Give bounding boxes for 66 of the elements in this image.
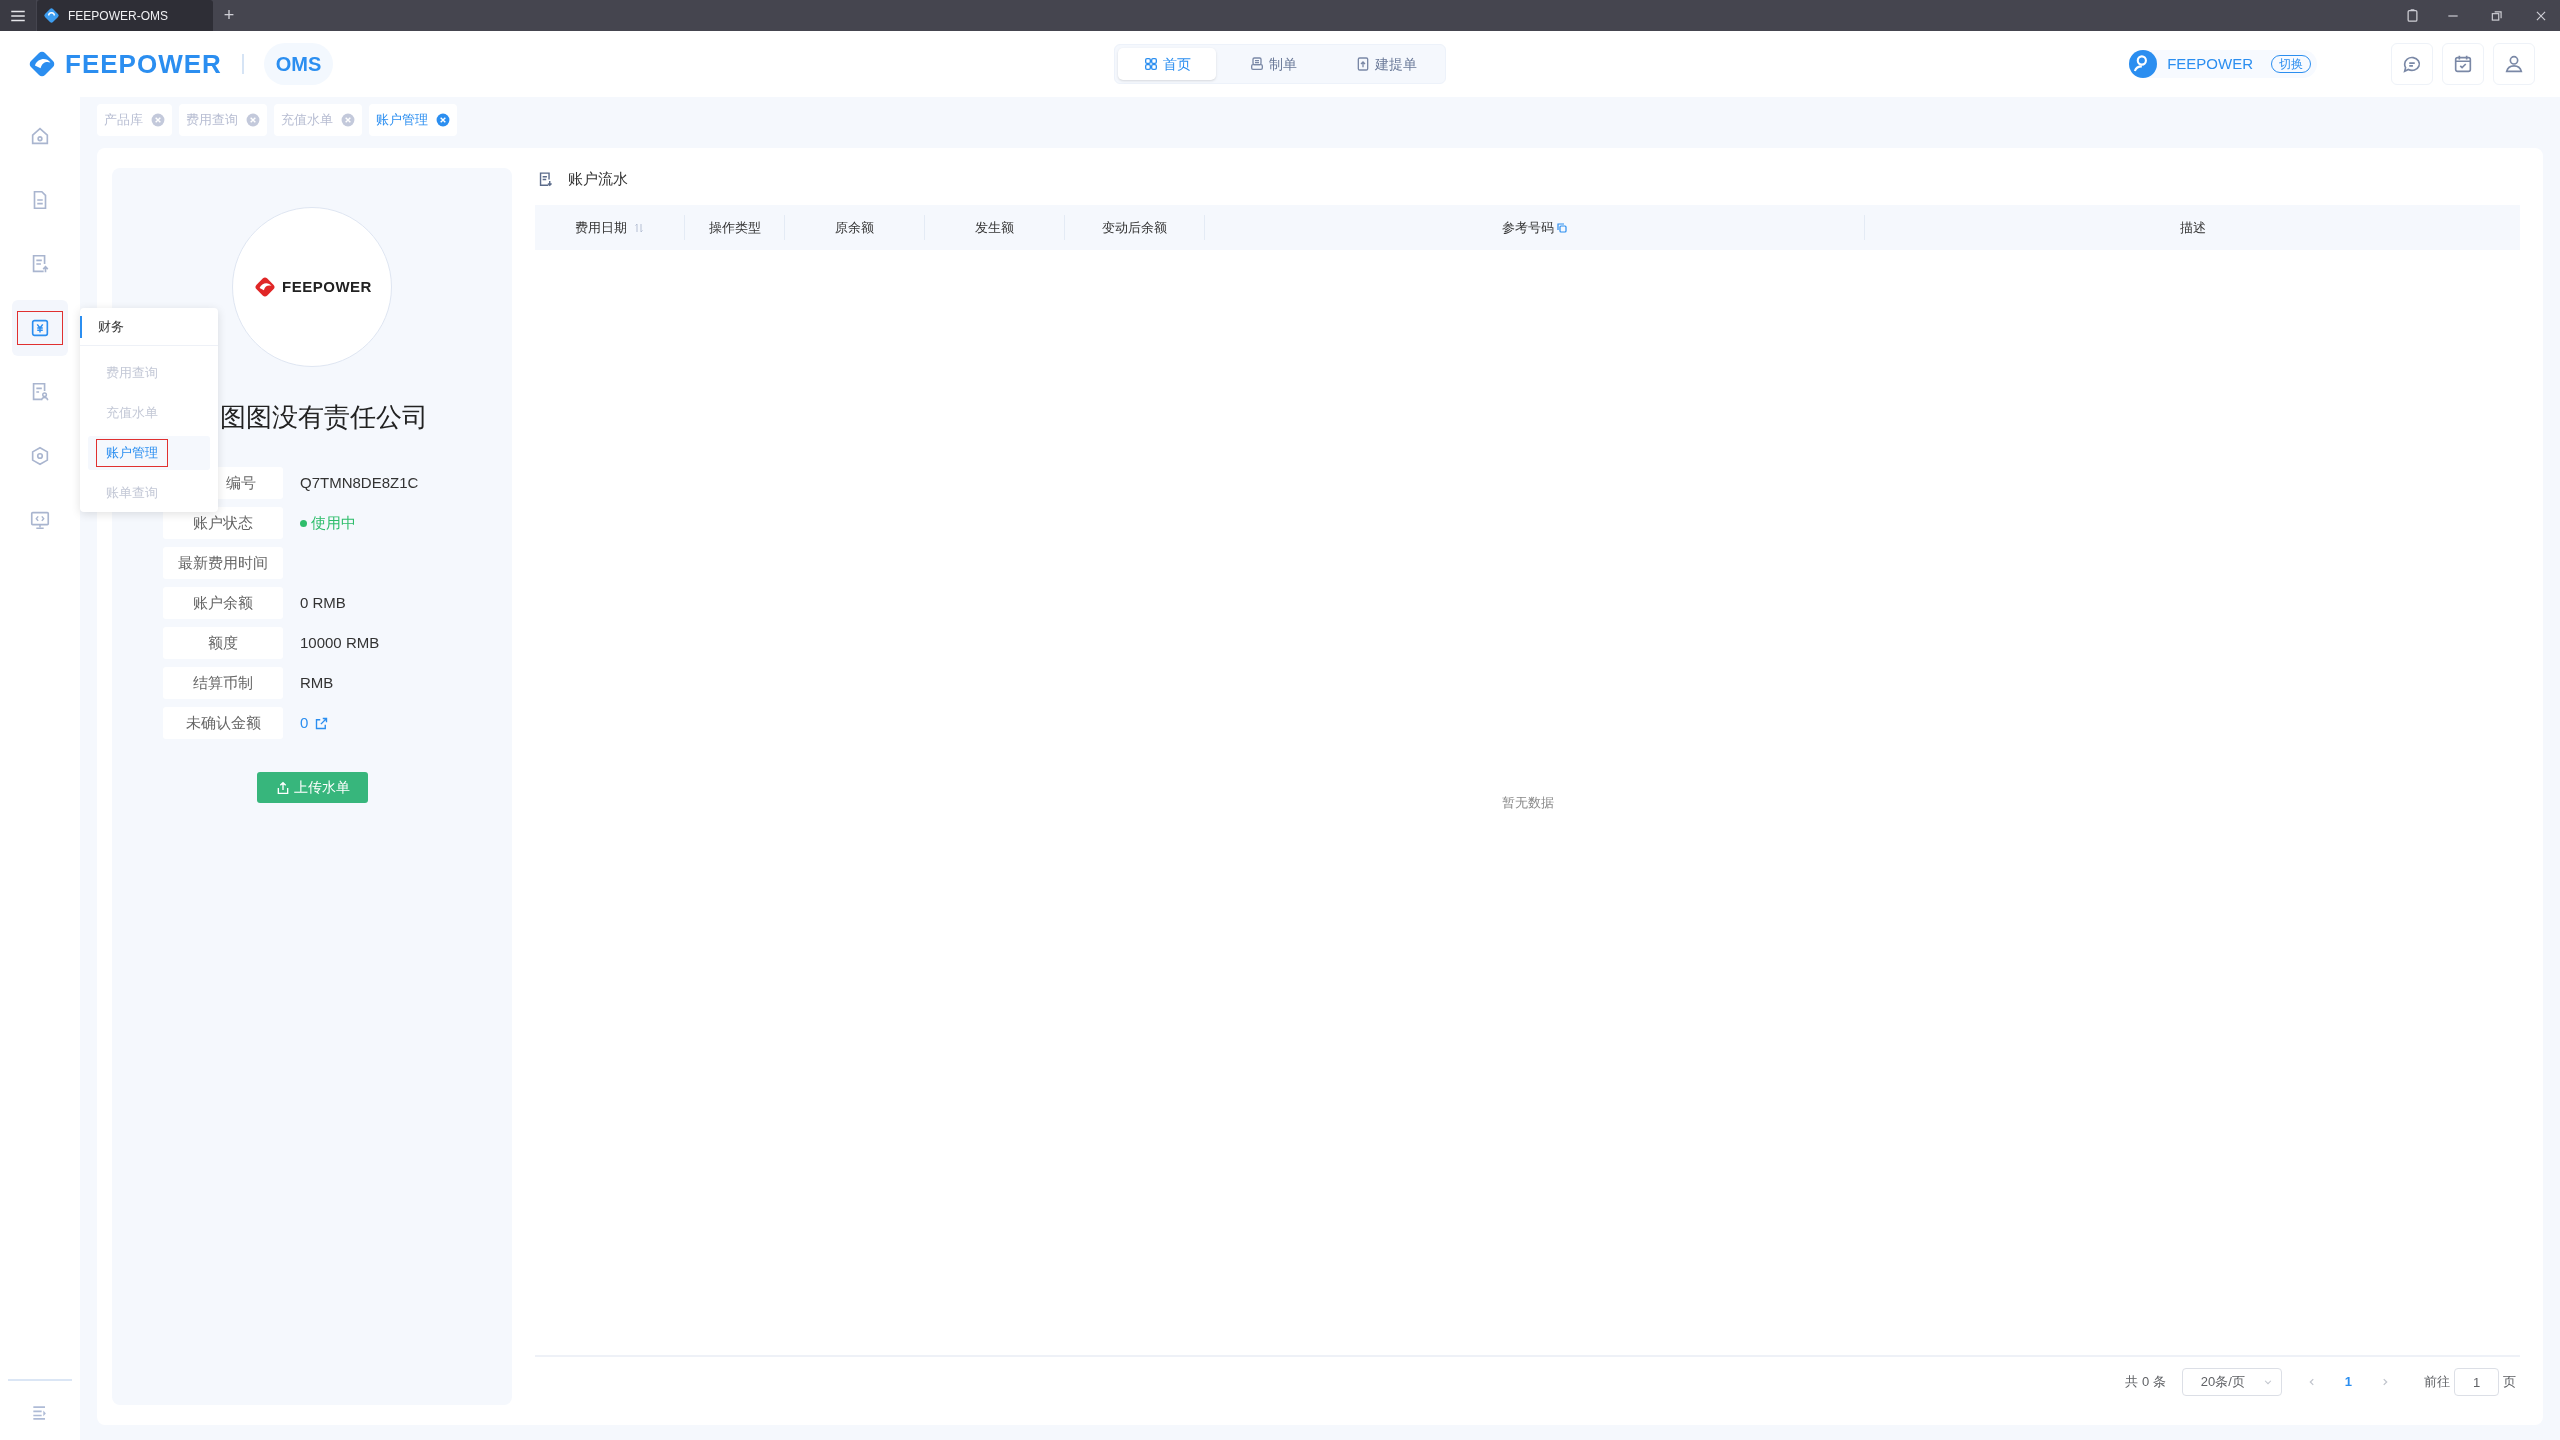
- field-value: Q7TMN8DE8Z1C: [300, 472, 419, 493]
- nav-tab[interactable]: 建提单: [1330, 48, 1442, 80]
- goto-label: 前往: [2424, 1373, 2450, 1392]
- field-label: 结算币制: [163, 667, 283, 699]
- field-label: 最新费用时间: [163, 547, 283, 579]
- user-icon[interactable]: [2503, 53, 2525, 75]
- page-tab[interactable]: 产品库: [97, 104, 172, 136]
- company-name: 图图没有责任公司: [219, 401, 428, 434]
- total-count: 共 0 条: [2125, 1373, 2166, 1392]
- browser-tab[interactable]: FEEPOWER-OMS: [37, 0, 213, 31]
- column-header[interactable]: 操作类型: [708, 217, 761, 238]
- chevron-down-icon: [2262, 1377, 2273, 1387]
- page-size-select[interactable]: 20条/页: [2181, 1368, 2282, 1396]
- clipboard-icon[interactable]: [2405, 8, 2420, 23]
- page-tab[interactable]: 账户管理: [369, 104, 457, 136]
- field-label: 额度: [163, 627, 283, 659]
- user-badge[interactable]: FEEPOWER 切换: [2129, 50, 2317, 78]
- column-header[interactable]: 发生额: [975, 217, 1014, 238]
- new-tab-button[interactable]: +: [215, 0, 243, 31]
- calendar-icon[interactable]: [2452, 53, 2474, 75]
- yen-document-icon: [29, 317, 51, 339]
- page-number[interactable]: 1: [2344, 1372, 2352, 1392]
- printer-icon: [1249, 56, 1265, 72]
- page-input[interactable]: 1: [2454, 1368, 2499, 1396]
- hexagon-icon: [29, 445, 51, 467]
- nav-tab[interactable]: 首页: [1118, 48, 1216, 80]
- column-header[interactable]: 变动后余额: [1102, 217, 1167, 238]
- field-label: 账户余额: [163, 587, 283, 619]
- field-label: 账户状态: [163, 507, 283, 539]
- page-tab[interactable]: 充值水单: [274, 104, 362, 136]
- external-link-icon[interactable]: [314, 715, 330, 731]
- document-icon: [537, 170, 554, 188]
- restore-icon[interactable]: [2490, 8, 2504, 23]
- flyout-title: 财务: [98, 317, 124, 336]
- field-value: 10000 RMB: [300, 632, 380, 653]
- nav-tab[interactable]: 制单: [1224, 48, 1322, 80]
- app-name-badge: OMS: [263, 43, 334, 85]
- flyout-item[interactable]: 账户管理: [96, 439, 168, 467]
- home-icon: [29, 125, 51, 147]
- tab-title: FEEPOWER-OMS: [68, 7, 168, 25]
- status-value: 使用中: [311, 512, 356, 533]
- close-icon[interactable]: [436, 113, 450, 127]
- page-tab[interactable]: 费用查询: [179, 104, 267, 136]
- column-header[interactable]: 参考号码: [1501, 217, 1554, 238]
- field-value: RMB: [300, 672, 334, 693]
- user-avatar-icon: [2129, 50, 2158, 78]
- column-header[interactable]: 原余额: [835, 217, 874, 238]
- grid-icon: [1143, 56, 1159, 72]
- upload-button[interactable]: 上传水单: [256, 772, 368, 803]
- user-name: FEEPOWER: [2167, 53, 2253, 74]
- sidebar-item[interactable]: [12, 300, 68, 356]
- column-header[interactable]: 描述: [2179, 217, 2206, 238]
- monitor-code-icon: [29, 509, 51, 531]
- chevron-right-icon[interactable]: [2380, 1377, 2390, 1387]
- field-label: 未确认金额: [163, 707, 283, 739]
- column-header[interactable]: 费用日期: [574, 217, 627, 238]
- empty-message: 暂无数据: [1501, 793, 1554, 812]
- copy-icon[interactable]: [1555, 221, 1568, 234]
- section-title: 账户流水: [568, 168, 628, 189]
- company-logo-text: FEEPOWER: [282, 276, 372, 297]
- field-value: 0 RMB: [300, 592, 346, 613]
- upload-icon: [1355, 56, 1371, 72]
- page-suffix: 页: [2503, 1373, 2516, 1392]
- menu-button[interactable]: [0, 0, 36, 31]
- brand-name: FEEPOWER: [65, 47, 222, 81]
- amount-link[interactable]: 0: [300, 711, 309, 735]
